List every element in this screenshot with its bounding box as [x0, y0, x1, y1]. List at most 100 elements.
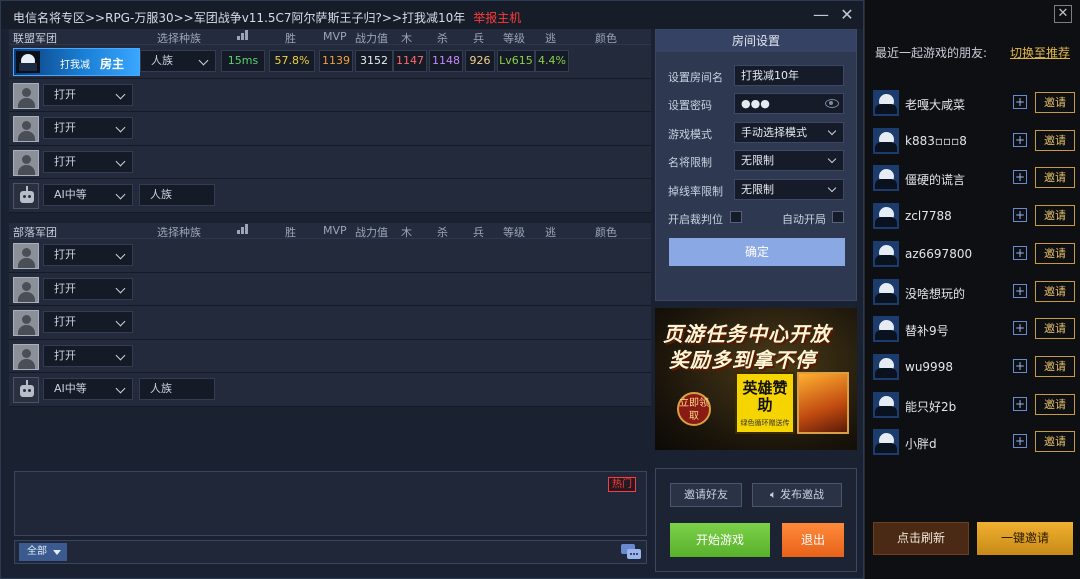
host-win: 57.8% — [269, 50, 315, 72]
friend-name: wu9998 — [905, 360, 953, 374]
invite-button[interactable]: 邀请 — [1035, 281, 1075, 302]
ai-difficulty-select[interactable]: AI中等 — [43, 184, 133, 207]
player-row-empty[interactable]: 打开 — [9, 239, 651, 273]
broadcast-invite-button[interactable]: 🔈︎ 发布邀战 — [752, 483, 842, 507]
ai-race-field: 人族 — [139, 184, 215, 207]
ad-claim-button[interactable]: 立即领取 — [677, 392, 711, 426]
eye-icon[interactable] — [825, 99, 839, 108]
invite-friend-button[interactable]: 邀请好友 — [670, 483, 742, 507]
player-row-ai[interactable]: AI中等 人族 — [9, 179, 651, 213]
chat-input-bar[interactable]: 全部 — [14, 540, 647, 564]
col-race: 选择种族 — [157, 32, 201, 45]
host-badge[interactable]: 打我减 房主 — [13, 48, 140, 76]
ad-headline: 页游任务中心开放 — [663, 322, 831, 346]
chevron-down-icon — [115, 122, 126, 133]
player-row-ai[interactable]: AI中等 人族 — [9, 373, 651, 407]
avatar — [873, 165, 899, 191]
robot-icon — [13, 377, 39, 404]
avatar — [873, 90, 899, 116]
add-friend-icon[interactable]: + — [1013, 208, 1027, 222]
player-row-empty[interactable]: 打开 — [9, 145, 651, 180]
autostart-checkbox[interactable] — [832, 211, 844, 223]
hero-limit-select[interactable]: 无限制 — [734, 150, 844, 171]
host-race-select[interactable]: 人族 — [140, 50, 216, 72]
minimize-icon[interactable]: — — [811, 5, 831, 25]
invite-button[interactable]: 邀请 — [1035, 394, 1075, 415]
quit-button[interactable]: 退出 — [782, 523, 844, 557]
add-friend-icon[interactable]: + — [1013, 359, 1027, 373]
player-row-empty[interactable]: 打开 — [9, 306, 651, 340]
add-friend-icon[interactable]: + — [1013, 170, 1027, 184]
add-friend-icon[interactable]: + — [1013, 397, 1027, 411]
slot-status-select[interactable]: 打开 — [43, 244, 133, 266]
ad-banner[interactable]: 页游任务中心开放 奖励多到拿不停 立即领取 英雄赞助 绿色循环赠送传 — [655, 308, 857, 450]
add-friend-icon[interactable]: + — [1013, 133, 1027, 147]
slot-status-value: 打开 — [54, 121, 76, 135]
invite-button[interactable]: 邀请 — [1035, 130, 1075, 151]
col-mvp: MVP — [323, 30, 347, 43]
avatar — [873, 316, 899, 342]
add-friend-icon[interactable]: + — [1013, 434, 1027, 448]
friend-name: 能只好2b — [905, 400, 957, 414]
disconnect-limit-select[interactable]: 无限制 — [734, 179, 844, 200]
add-friend-icon[interactable]: + — [1013, 321, 1027, 335]
channel-select[interactable]: 全部 — [19, 543, 67, 561]
player-row-host[interactable]: 打我减 房主 人族 15ms 57.8% 1139 3152 1147 1148… — [9, 45, 651, 79]
close-icon[interactable]: ✕ — [837, 5, 857, 25]
ai-difficulty-select[interactable]: AI中等 — [43, 378, 133, 401]
close-icon[interactable]: ✕ — [1054, 5, 1072, 23]
chevron-down-icon — [115, 249, 126, 260]
friend-item: zcl7788 + 邀请 — [873, 203, 1075, 233]
player-row-empty[interactable]: 打开 — [9, 112, 651, 146]
invite-all-button[interactable]: 一键邀请 — [977, 522, 1073, 555]
invite-button[interactable]: 邀请 — [1035, 92, 1075, 113]
referee-checkbox[interactable] — [730, 211, 742, 223]
host-soldier: 926 — [465, 50, 495, 72]
invite-button[interactable]: 邀请 — [1035, 205, 1075, 226]
slot-status-value: 打开 — [54, 348, 76, 362]
report-host-link[interactable]: 举报主机 — [473, 11, 521, 25]
room-settings-header: 房间设置 — [656, 30, 856, 52]
room-name-input[interactable]: 打我减10年 — [734, 65, 844, 86]
alliance-team-name: 联盟军团 — [13, 32, 57, 45]
slot-status-select[interactable]: 打开 — [43, 117, 133, 140]
add-friend-icon[interactable]: + — [1013, 95, 1027, 109]
start-game-button[interactable]: 开始游戏 — [670, 523, 770, 557]
friend-item: k883▫▫▫8 + 邀请 — [873, 128, 1075, 158]
friend-name: 小胖d — [905, 437, 937, 451]
avatar — [873, 429, 899, 455]
slot-status-select[interactable]: 打开 — [43, 311, 133, 334]
add-friend-icon[interactable]: + — [1013, 246, 1027, 260]
hero-limit-row: 名将限制 无限制 — [668, 150, 846, 172]
refresh-button[interactable]: 点击刷新 — [873, 522, 969, 555]
add-friend-icon[interactable]: + — [1013, 284, 1027, 298]
col-kill: 杀 — [437, 226, 448, 239]
confirm-button[interactable]: 确定 — [669, 238, 845, 266]
chat-area[interactable]: 热门 — [14, 471, 647, 536]
user-placeholder-icon — [13, 149, 39, 176]
host-power: 3152 — [355, 50, 393, 72]
chat-bubble-icon[interactable] — [620, 543, 642, 561]
invite-button[interactable]: 邀请 — [1035, 167, 1075, 188]
player-row-empty[interactable]: 打开 — [9, 339, 651, 374]
invite-button[interactable]: 邀请 — [1035, 431, 1075, 452]
chevron-down-icon — [115, 89, 126, 100]
avatar — [873, 354, 899, 380]
slot-status-select[interactable]: 打开 — [43, 344, 133, 367]
invite-button[interactable]: 邀请 — [1035, 243, 1075, 264]
hot-badge[interactable]: 热门 — [608, 477, 636, 492]
mode-select[interactable]: 手动选择模式 — [734, 122, 844, 143]
switch-recommend-link[interactable]: 切换至推荐 — [1010, 44, 1070, 61]
slot-status-select[interactable]: 打开 — [43, 150, 133, 173]
invite-button[interactable]: 邀请 — [1035, 356, 1075, 377]
col-wood: 木 — [401, 226, 412, 239]
slot-status-select[interactable]: 打开 — [43, 83, 133, 106]
friend-name: 没啥想玩的 — [905, 287, 966, 301]
invite-button[interactable]: 邀请 — [1035, 318, 1075, 339]
password-input[interactable]: ●●● — [734, 93, 844, 114]
slot-status-select[interactable]: 打开 — [43, 277, 133, 300]
ad-card: 英雄赞助 绿色循环赠送传 — [735, 372, 795, 434]
player-row-empty[interactable]: 打开 — [9, 78, 651, 113]
player-row-empty[interactable]: 打开 — [9, 272, 651, 307]
autostart-label: 自动开局 — [782, 213, 826, 226]
